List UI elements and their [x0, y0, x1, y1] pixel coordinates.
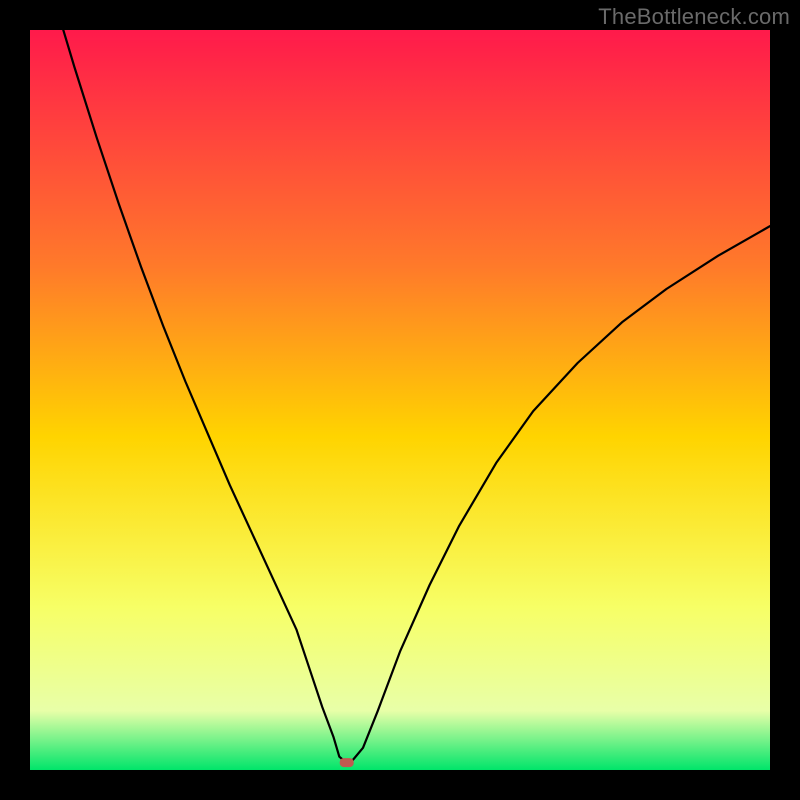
chart-frame: TheBottleneck.com [0, 0, 800, 800]
watermark-text: TheBottleneck.com [598, 4, 790, 30]
gradient-background [30, 30, 770, 770]
plot-area [30, 30, 770, 770]
chart-svg [30, 30, 770, 770]
minimum-marker [340, 758, 354, 767]
